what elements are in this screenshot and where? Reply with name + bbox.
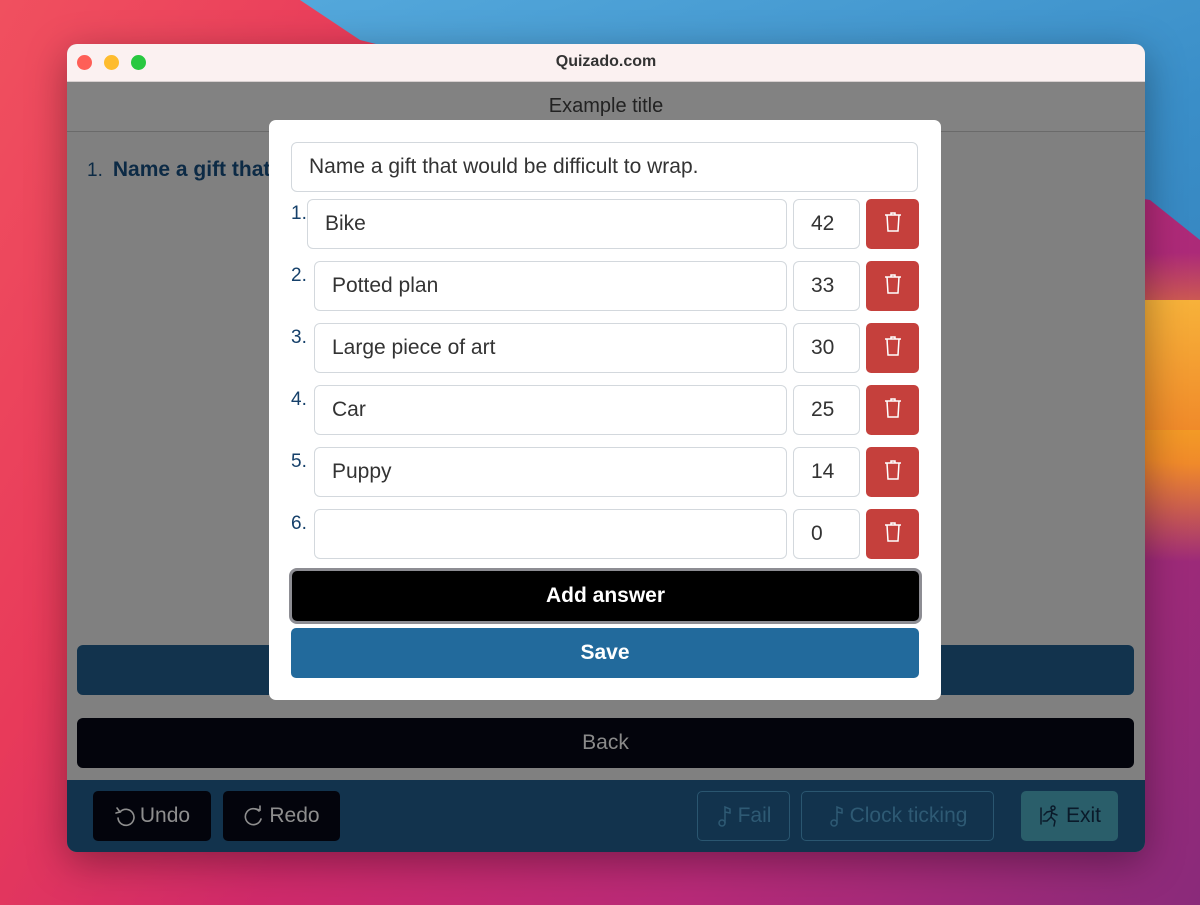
trash-icon [883,273,903,300]
answer-text-input[interactable]: Large piece of art [314,323,787,373]
trash-icon [883,397,903,424]
answer-score-input[interactable]: 0 [793,509,860,559]
delete-answer-button[interactable] [866,447,919,497]
exit-button[interactable]: Exit [1021,791,1118,841]
trash-icon [883,335,903,362]
answer-number: 4. [291,389,307,410]
undo-button[interactable]: Undo [93,791,211,841]
trash-icon [883,211,903,238]
redo-label: Redo [269,804,320,827]
clock-ticking-sound-button[interactable]: Clock ticking [801,791,994,841]
delete-answer-button[interactable] [866,385,919,435]
trash-icon [883,521,903,548]
answer-score-input[interactable]: 14 [793,447,860,497]
exit-label: Exit [1065,804,1101,827]
question-input[interactable]: Name a gift that would be difficult to w… [291,142,918,192]
answer-text-input[interactable] [314,509,787,559]
footer-toolbar: Undo Redo Fail Clock ticking Exit [67,780,1145,852]
delete-answer-button[interactable] [866,509,919,559]
answer-number: 5. [291,451,307,472]
running-person-icon [1038,804,1062,828]
answer-score-input[interactable]: 25 [793,385,860,435]
delete-answer-button[interactable] [866,199,919,249]
answer-score-input[interactable]: 30 [793,323,860,373]
answer-row: 4. Car 25 [291,385,919,435]
fail-label: Fail [737,804,772,827]
delete-answer-button[interactable] [866,323,919,373]
answer-number: 3. [291,327,307,348]
delete-answer-button[interactable] [866,261,919,311]
undo-label: Undo [139,804,191,827]
answer-text-input[interactable]: Bike [307,199,787,249]
redo-icon [243,805,265,827]
answer-number: 1. [291,203,307,224]
add-answer-button[interactable]: Add answer [289,568,922,624]
redo-button[interactable]: Redo [223,791,340,841]
window-title: Quizado.com [555,53,657,70]
title-bar: Quizado.com [67,44,1145,82]
music-note-icon [716,804,734,828]
desktop-wallpaper-orange [1140,300,1200,430]
edit-question-modal: Name a gift that would be difficult to w… [269,120,941,700]
answer-row: 5. Puppy 14 [291,447,919,497]
back-button[interactable]: Back [77,718,1134,768]
fail-sound-button[interactable]: Fail [697,791,790,841]
answer-row: 1. Bike 42 [291,199,919,249]
answer-score-input[interactable]: 42 [793,199,860,249]
save-button[interactable]: Save [291,628,919,678]
answer-row: 6. 0 [291,509,919,559]
clock-ticking-label: Clock ticking [849,804,968,827]
music-note-icon [828,804,846,828]
answer-text-input[interactable]: Car [314,385,787,435]
undo-icon [114,805,136,827]
answer-number: 6. [291,513,307,534]
answer-row: 2. Potted plan 33 [291,261,919,311]
answer-text-input[interactable]: Puppy [314,447,787,497]
trash-icon [883,459,903,486]
question-number: 1. [87,160,103,181]
answer-number: 2. [291,265,307,286]
answer-row: 3. Large piece of art 30 [291,323,919,373]
answer-text-input[interactable]: Potted plan [314,261,787,311]
answer-score-input[interactable]: 33 [793,261,860,311]
